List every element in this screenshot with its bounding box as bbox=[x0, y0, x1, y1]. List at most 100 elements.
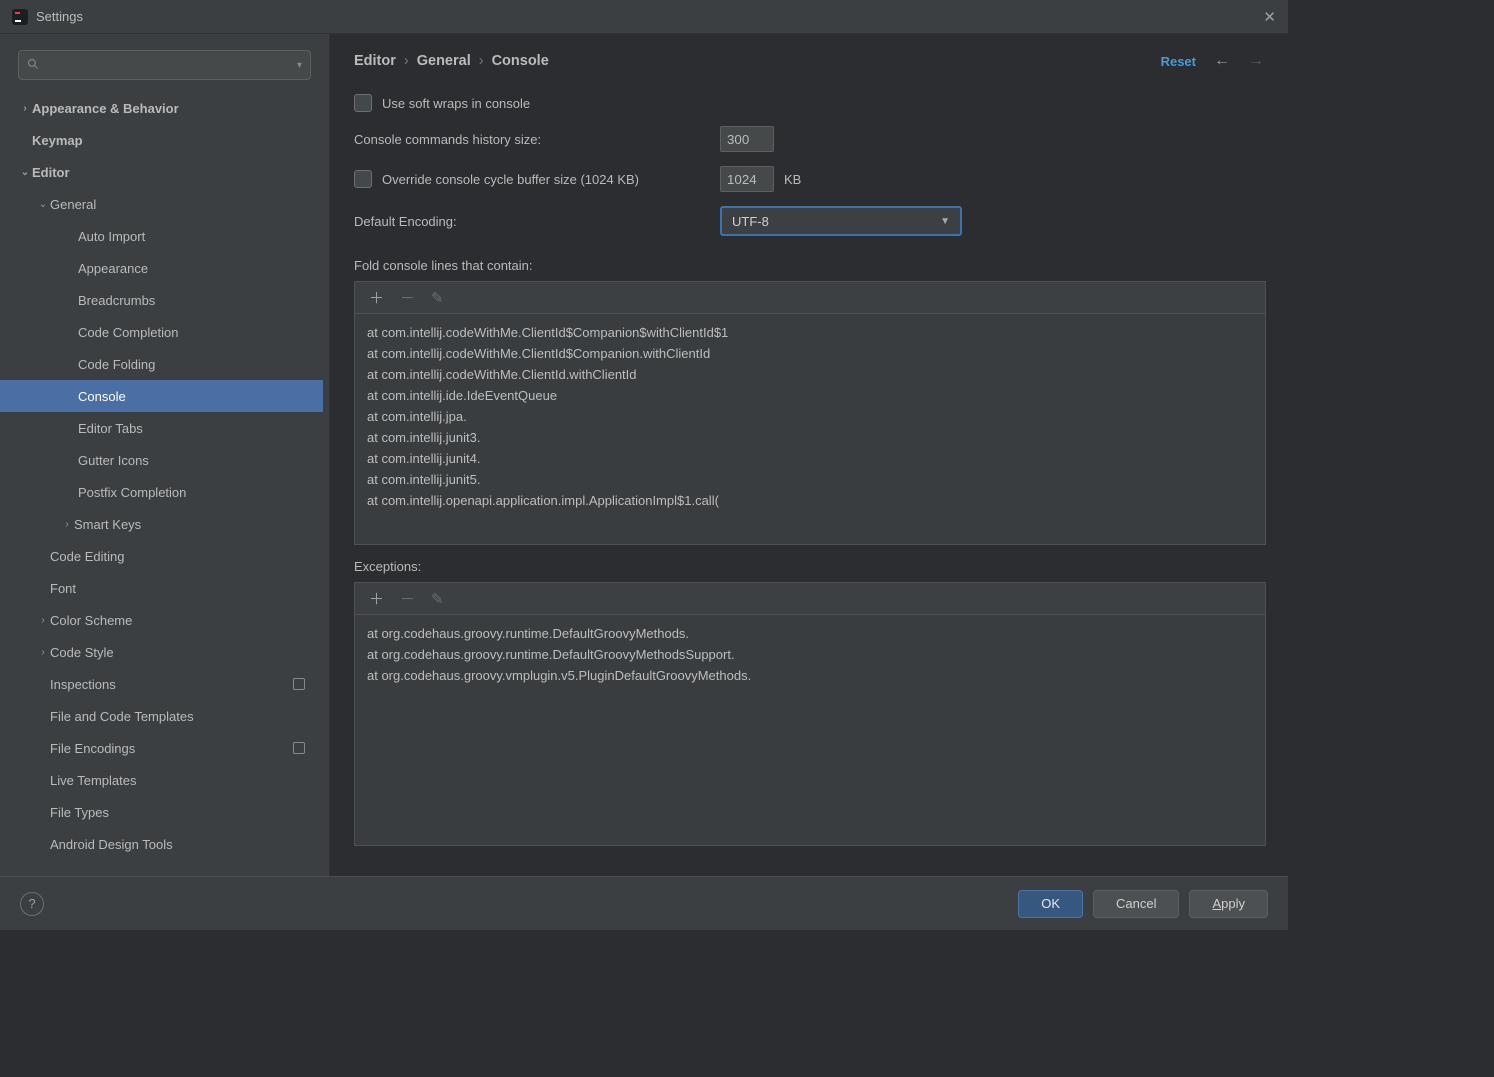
sidebar-item-console[interactable]: Console bbox=[0, 380, 323, 412]
edit-icon[interactable]: ✎ bbox=[431, 289, 444, 307]
fold-toolbar: ＋ － ✎ bbox=[354, 281, 1266, 313]
exceptions-list[interactable]: at org.codehaus.groovy.runtime.DefaultGr… bbox=[354, 614, 1266, 846]
sidebar-item-label: Smart Keys bbox=[74, 517, 141, 532]
encoding-select[interactable]: UTF-8 ▼ bbox=[720, 206, 962, 236]
app-icon bbox=[12, 9, 28, 25]
sidebar-item-inspections[interactable]: Inspections bbox=[0, 668, 323, 700]
sidebar-item-gutter-icons[interactable]: Gutter Icons bbox=[0, 444, 323, 476]
sidebar-item-label: Keymap bbox=[32, 133, 83, 148]
search-icon bbox=[27, 58, 39, 73]
sidebar-item-keymap[interactable]: Keymap bbox=[0, 124, 323, 156]
override-buffer-label: Override console cycle buffer size (1024… bbox=[382, 172, 710, 187]
sidebar-item-label: Breadcrumbs bbox=[78, 293, 155, 308]
chevron-down-icon: ⌄ bbox=[36, 199, 50, 210]
chevron-right-icon: › bbox=[404, 53, 409, 69]
search-input[interactable]: ▾ bbox=[18, 50, 311, 80]
list-item[interactable]: at com.intellij.codeWithMe.ClientId$Comp… bbox=[359, 343, 1261, 364]
add-icon[interactable]: ＋ bbox=[369, 588, 384, 609]
sidebar-item-editor[interactable]: ⌄Editor bbox=[0, 156, 323, 188]
breadcrumb-editor[interactable]: Editor bbox=[354, 53, 396, 69]
sidebar-item-label: Gutter Icons bbox=[78, 453, 149, 468]
sidebar-item-breadcrumbs[interactable]: Breadcrumbs bbox=[0, 284, 323, 316]
override-buffer-checkbox[interactable] bbox=[354, 170, 372, 188]
sidebar: ▾ ›Appearance & Behavior Keymap ⌄ Editor … bbox=[0, 34, 330, 876]
titlebar: Settings ✕ bbox=[0, 0, 1288, 34]
cancel-button-label: Cancel bbox=[1116, 896, 1156, 911]
sidebar-item-smart-keys[interactable]: ›Smart Keys bbox=[0, 508, 323, 540]
main-panel: Editor › General › Console Reset ← → Use… bbox=[330, 34, 1288, 876]
sidebar-item-code-editing[interactable]: Code Editing bbox=[0, 540, 323, 572]
sidebar-item-color-scheme[interactable]: ›Color Scheme bbox=[0, 604, 323, 636]
list-item[interactable]: at com.intellij.openapi.application.impl… bbox=[359, 490, 1261, 511]
sidebar-item-live-templates[interactable]: Live Templates bbox=[0, 764, 323, 796]
list-item[interactable]: at com.intellij.codeWithMe.ClientId.with… bbox=[359, 364, 1261, 385]
sidebar-item-file-types[interactable]: File Types bbox=[0, 796, 323, 828]
fold-section-label: Fold console lines that contain: bbox=[354, 258, 1266, 273]
list-item[interactable]: at com.intellij.junit5. bbox=[359, 469, 1261, 490]
add-icon[interactable]: ＋ bbox=[369, 287, 384, 308]
forward-arrow-icon[interactable]: → bbox=[1248, 52, 1264, 70]
footer: ? OK Cancel Apply bbox=[0, 876, 1288, 930]
override-buffer-input[interactable] bbox=[720, 166, 774, 192]
sidebar-item-postfix-completion[interactable]: Postfix Completion bbox=[0, 476, 323, 508]
edit-icon[interactable]: ✎ bbox=[431, 590, 444, 608]
apply-button-label: Apply bbox=[1212, 896, 1245, 911]
sidebar-item-label: Font bbox=[50, 581, 76, 596]
sidebar-item-label: Editor bbox=[32, 165, 70, 180]
header-row: Editor › General › Console Reset ← → bbox=[354, 52, 1288, 70]
back-arrow-icon[interactable]: ← bbox=[1214, 52, 1230, 70]
search-field[interactable] bbox=[43, 58, 297, 73]
breadcrumb-general[interactable]: General bbox=[417, 53, 471, 69]
sidebar-item-editor-tabs[interactable]: Editor Tabs bbox=[0, 412, 323, 444]
sidebar-item-general[interactable]: ⌄General bbox=[0, 188, 323, 220]
apply-button[interactable]: Apply bbox=[1189, 890, 1268, 918]
list-item[interactable]: at com.intellij.junit4. bbox=[359, 448, 1261, 469]
sidebar-item-label: Inspections bbox=[50, 677, 116, 692]
scope-icon bbox=[293, 742, 305, 754]
help-icon[interactable]: ? bbox=[20, 892, 44, 916]
remove-icon[interactable]: － bbox=[400, 588, 415, 609]
list-item[interactable]: at com.intellij.jpa. bbox=[359, 406, 1261, 427]
list-item[interactable]: at org.codehaus.groovy.runtime.DefaultGr… bbox=[359, 623, 1261, 644]
sidebar-item-label: Auto Import bbox=[78, 229, 145, 244]
sidebar-item-label: Appearance bbox=[78, 261, 148, 276]
sidebar-item-label: Postfix Completion bbox=[78, 485, 186, 500]
chevron-down-icon: ▼ bbox=[940, 216, 950, 227]
ok-button[interactable]: OK bbox=[1018, 890, 1083, 918]
chevron-right-icon: › bbox=[36, 615, 50, 626]
sidebar-item-appearance[interactable]: Appearance bbox=[0, 252, 323, 284]
sidebar-item-font[interactable]: Font bbox=[0, 572, 323, 604]
exceptions-section-label: Exceptions: bbox=[354, 559, 1266, 574]
exceptions-toolbar: ＋ － ✎ bbox=[354, 582, 1266, 614]
remove-icon[interactable]: － bbox=[400, 287, 415, 308]
sidebar-item-code-completion[interactable]: Code Completion bbox=[0, 316, 323, 348]
breadcrumb: Editor › General › Console bbox=[354, 53, 549, 69]
sidebar-item-label: Code Completion bbox=[78, 325, 178, 340]
fold-list[interactable]: at com.intellij.codeWithMe.ClientId$Comp… bbox=[354, 313, 1266, 545]
sidebar-item-file-code-templates[interactable]: File and Code Templates bbox=[0, 700, 323, 732]
reset-link[interactable]: Reset bbox=[1161, 54, 1196, 69]
history-size-input[interactable] bbox=[720, 126, 774, 152]
sidebar-item-label: File Encodings bbox=[50, 741, 135, 756]
cancel-button[interactable]: Cancel bbox=[1093, 890, 1179, 918]
sidebar-item-file-encodings[interactable]: File Encodings bbox=[0, 732, 323, 764]
list-item[interactable]: at org.codehaus.groovy.vmplugin.v5.Plugi… bbox=[359, 665, 1261, 686]
sidebar-item-label: Android Design Tools bbox=[50, 837, 173, 852]
sidebar-item-code-folding[interactable]: Code Folding bbox=[0, 348, 323, 380]
sidebar-item-auto-import[interactable]: Auto Import bbox=[0, 220, 323, 252]
list-item[interactable]: at org.codehaus.groovy.runtime.DefaultGr… bbox=[359, 644, 1261, 665]
list-item[interactable]: at com.intellij.codeWithMe.ClientId$Comp… bbox=[359, 322, 1261, 343]
sidebar-item-android-design-tools[interactable]: Android Design Tools bbox=[0, 828, 323, 860]
sidebar-item-label: Color Scheme bbox=[50, 613, 132, 628]
window-title: Settings bbox=[36, 9, 83, 24]
sidebar-item-code-style[interactable]: ›Code Style bbox=[0, 636, 323, 668]
list-item[interactable]: at com.intellij.junit3. bbox=[359, 427, 1261, 448]
chevron-down-icon: ▾ bbox=[297, 60, 302, 71]
soft-wraps-checkbox[interactable] bbox=[354, 94, 372, 112]
settings-tree[interactable]: ›Appearance & Behavior Keymap ⌄Editor ⌄G… bbox=[0, 92, 329, 876]
sidebar-item-appearance-behavior[interactable]: ›Appearance & Behavior bbox=[0, 92, 323, 124]
close-icon[interactable]: ✕ bbox=[1263, 8, 1276, 26]
list-item[interactable]: at com.intellij.ide.IdeEventQueue bbox=[359, 385, 1261, 406]
sidebar-item-label: Code Style bbox=[50, 645, 114, 660]
sidebar-item-label: File and Code Templates bbox=[50, 709, 194, 724]
